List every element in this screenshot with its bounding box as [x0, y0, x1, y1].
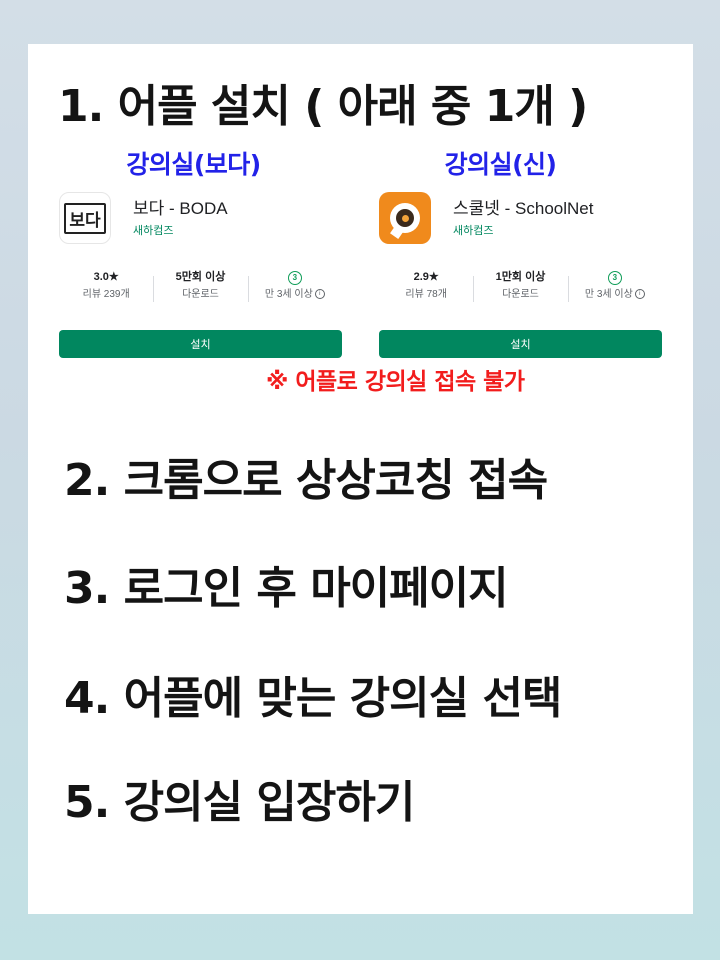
boda-app-icon[interactable]: 보다 [59, 192, 111, 244]
info-icon[interactable]: i [634, 289, 645, 300]
instruction-card: 1. 어플 설치 ( 아래 중 1개 ) 강의실(보다) 보다 보다 - BOD… [28, 44, 693, 914]
step-2-open-chrome: 2. 크롬으로 상상코칭 접속 [64, 455, 548, 506]
rating-value: 2.9★ [413, 271, 439, 283]
downloads-label: 다운로드 [182, 289, 219, 300]
app-stats: 3.0★ 리뷰 239개 5만회 이상 다운로드 3 만 3세 이상 i [59, 268, 342, 320]
step-3-login-mypage: 3. 로그인 후 마이페이지 [64, 563, 509, 614]
app-listing-boda: 강의실(보다) 보다 보다 - BODA 새하컴즈 3.0★ 리뷰 239개 5… [59, 148, 342, 358]
app-developer[interactable]: 새하컴즈 [133, 222, 173, 238]
app-listing-schoolnet: 강의실(신) 스쿨넷 - SchoolNet 새하컴즈 2.9★ 리뷰 78개 … [379, 148, 662, 358]
age-rating-icon: 3 [607, 271, 622, 285]
warning-note: ※ 어플로 강의실 접속 불가 [266, 369, 525, 395]
app-heading: 강의실(신) [444, 150, 557, 179]
age-rating-label: 만 3세 이상 [584, 289, 633, 300]
boda-icon-text: 보다 [64, 202, 106, 234]
install-button[interactable]: 설치 [379, 330, 662, 358]
downloads-stat: 5만회 이상 다운로드 [153, 268, 247, 320]
app-stats: 2.9★ 리뷰 78개 1만회 이상 다운로드 3 만 3세 이상 i [379, 268, 662, 320]
age-rating-stat: 3 만 3세 이상 i [567, 268, 662, 320]
chat-bubble-icon [390, 203, 420, 233]
review-count: 리뷰 239개 [82, 289, 130, 300]
age-rating-stat: 3 만 3세 이상 i [247, 268, 342, 320]
install-button[interactable]: 설치 [59, 330, 342, 358]
rating-stat: 2.9★ 리뷰 78개 [379, 268, 473, 320]
step-4-select-classroom: 4. 어플에 맞는 강의실 선택 [64, 673, 562, 724]
app-info-row: 보다 보다 - BODA 새하컴즈 [59, 190, 342, 260]
age-rating-icon: 3 [287, 271, 302, 285]
downloads-stat: 1만회 이상 다운로드 [473, 268, 567, 320]
step-5-enter-classroom: 5. 강의실 입장하기 [64, 777, 415, 828]
downloads-value: 5만회 이상 [175, 271, 226, 283]
app-title[interactable]: 보다 - BODA [133, 194, 228, 219]
rating-value: 3.0★ [93, 271, 119, 283]
downloads-value: 1만회 이상 [495, 271, 546, 283]
review-count: 리뷰 78개 [405, 289, 447, 300]
app-title[interactable]: 스쿨넷 - SchoolNet [453, 194, 593, 219]
age-rating-label: 만 3세 이상 [264, 289, 313, 300]
info-icon[interactable]: i [314, 289, 325, 300]
step-1-install-app: 1. 어플 설치 ( 아래 중 1개 ) [58, 81, 588, 132]
rating-stat: 3.0★ 리뷰 239개 [59, 268, 153, 320]
schoolnet-app-icon[interactable] [379, 192, 431, 244]
app-developer[interactable]: 새하컴즈 [453, 222, 493, 238]
downloads-label: 다운로드 [502, 289, 539, 300]
app-info-row: 스쿨넷 - SchoolNet 새하컴즈 [379, 190, 662, 260]
app-heading: 강의실(보다) [126, 150, 261, 179]
